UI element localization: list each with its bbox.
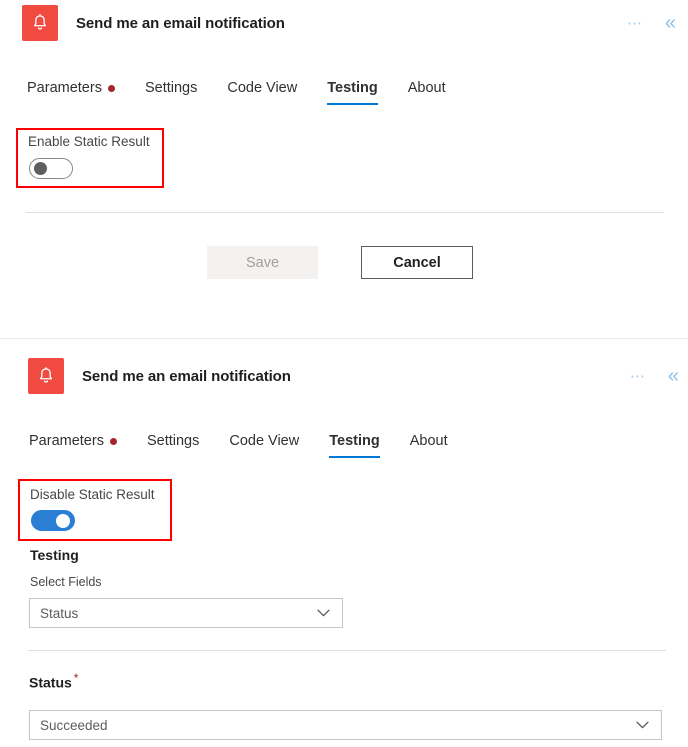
save-button[interactable]: Save: [207, 246, 318, 279]
testing-panel-static-result-disabled: Send me an email notification ⋯ « Parame…: [0, 0, 688, 338]
chevron-down-icon: [317, 609, 342, 617]
disable-static-result-label: Disable Static Result: [30, 487, 155, 502]
bell-icon: [28, 358, 64, 394]
testing-section-heading: Testing: [30, 547, 79, 563]
tab-about[interactable]: About: [410, 433, 465, 458]
tab-label: Parameters: [27, 80, 102, 96]
status-label-text: Status: [29, 674, 72, 691]
more-options-icon[interactable]: ⋯: [627, 16, 643, 31]
tab-label: Code View: [229, 433, 300, 449]
status-field-label: Status *: [29, 671, 78, 691]
tab-change-indicator-dot: [109, 437, 117, 445]
tab-settings[interactable]: Settings: [145, 80, 214, 105]
panel-header: Send me an email notification ⋯ «: [0, 357, 688, 395]
select-fields-value: Status: [40, 605, 79, 621]
tab-parameters[interactable]: Parameters: [27, 80, 132, 105]
tab-parameters[interactable]: Parameters: [29, 433, 134, 458]
enable-static-result-label: Enable Static Result: [28, 134, 150, 149]
tab-change-indicator-dot: [107, 84, 115, 92]
tab-label: Testing: [327, 80, 378, 96]
tab-label: Code View: [227, 80, 298, 96]
header-actions: ⋯ «: [630, 366, 679, 386]
chevron-down-icon: [636, 721, 661, 729]
tab-label: Settings: [146, 433, 200, 449]
tab-about[interactable]: About: [408, 80, 463, 105]
tab-bar: Parameters Settings Code View Testing Ab…: [29, 433, 465, 458]
collapse-chevron-icon[interactable]: «: [665, 13, 676, 33]
cancel-button[interactable]: Cancel: [361, 246, 473, 279]
bell-icon: [22, 5, 58, 41]
tab-testing[interactable]: Testing: [327, 80, 394, 105]
more-options-icon[interactable]: ⋯: [630, 369, 646, 384]
collapse-chevron-icon[interactable]: «: [668, 366, 679, 386]
toggle-knob: [34, 162, 47, 175]
select-fields-dropdown[interactable]: Status: [29, 598, 343, 628]
status-value: Succeeded: [40, 717, 108, 733]
section-divider: [26, 212, 664, 213]
tab-bar: Parameters Settings Code View Testing Ab…: [27, 80, 463, 105]
tab-label: About: [409, 433, 448, 449]
tab-testing[interactable]: Testing: [329, 433, 396, 458]
testing-panel-static-result-enabled: Send me an email notification ⋯ « Parame…: [0, 338, 688, 747]
tab-label: Parameters: [29, 433, 104, 449]
status-dropdown[interactable]: Succeeded: [29, 710, 662, 740]
static-result-toggle[interactable]: [29, 158, 73, 179]
tab-code-view[interactable]: Code View: [229, 433, 316, 458]
panel-header: Send me an email notification ⋯ «: [0, 4, 688, 42]
tab-label: About: [407, 80, 446, 96]
tab-label: Testing: [329, 433, 380, 449]
tab-settings[interactable]: Settings: [147, 433, 216, 458]
panel-title: Send me an email notification: [76, 14, 285, 32]
toggle-knob: [56, 514, 70, 528]
static-result-toggle[interactable]: [31, 510, 75, 531]
tab-code-view[interactable]: Code View: [227, 80, 314, 105]
required-asterisk: *: [73, 671, 79, 685]
select-fields-label: Select Fields: [30, 575, 102, 589]
tab-label: Settings: [144, 80, 198, 96]
panel-title: Send me an email notification: [82, 367, 291, 385]
header-actions: ⋯ «: [627, 13, 676, 33]
section-divider: [28, 650, 666, 651]
